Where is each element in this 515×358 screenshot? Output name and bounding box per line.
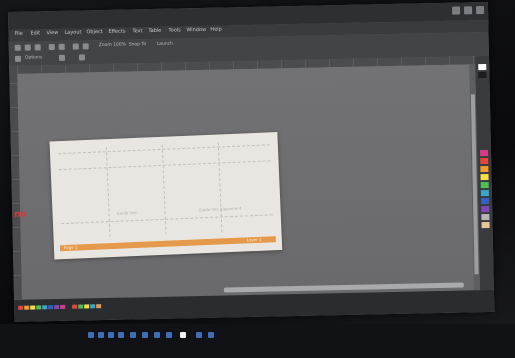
property-bar-options[interactable]: Options	[25, 55, 42, 60]
property-icon[interactable]	[14, 55, 22, 62]
page-text-right: Guide line placement	[198, 205, 242, 213]
menu-item-file[interactable]: File	[14, 31, 22, 37]
menu-item-object[interactable]: Object	[86, 29, 102, 35]
menu-item-help[interactable]: Help	[210, 27, 222, 33]
taskbar-app-icon[interactable]	[180, 332, 186, 338]
menu-item-window[interactable]: Window	[186, 27, 206, 33]
taskbar-app-icon[interactable]	[118, 332, 124, 338]
color-palette-icon[interactable]	[478, 63, 487, 71]
redo-icon[interactable]	[58, 43, 65, 50]
taskbar-app-icon[interactable]	[196, 332, 202, 338]
open-icon[interactable]	[24, 44, 31, 51]
taskbar-app-icon[interactable]	[130, 332, 136, 338]
taskbar-app-icon[interactable]	[88, 332, 94, 338]
swatch-red[interactable]	[480, 157, 489, 165]
doc-palette-swatch[interactable]	[30, 305, 36, 310]
window-close-icon[interactable]	[475, 6, 485, 15]
taskbar-app-icon[interactable]	[154, 332, 160, 338]
guideline[interactable]	[58, 160, 271, 171]
footer-text-right: Layer 1	[246, 236, 262, 243]
menu-item-text[interactable]: Text	[132, 28, 142, 34]
swatch-blue[interactable]	[481, 197, 490, 205]
taskbar	[0, 324, 515, 358]
doc-palette-swatch[interactable]	[36, 305, 42, 310]
document-footer-bar: Page 1 Layer 1	[59, 236, 276, 252]
menu-item-tools[interactable]: Tools	[168, 27, 180, 33]
taskbar-app-icon[interactable]	[108, 332, 114, 338]
units-icon[interactable]	[58, 54, 66, 61]
nudge-icon[interactable]	[78, 54, 86, 61]
guideline[interactable]	[58, 144, 270, 155]
menu-item-table[interactable]: Table	[148, 28, 161, 34]
guideline[interactable]	[217, 142, 223, 233]
guideline[interactable]	[60, 214, 273, 225]
document-page[interactable]: Guide line Guide line placement Page 1 L…	[49, 132, 283, 260]
guideline[interactable]	[105, 147, 111, 238]
doc-palette-swatch[interactable]	[96, 304, 102, 309]
swatch-cyan[interactable]	[480, 189, 489, 197]
import-icon[interactable]	[72, 43, 79, 50]
doc-palette-swatch[interactable]	[48, 305, 54, 310]
swatch-gray[interactable]	[481, 213, 490, 221]
snap-to-button[interactable]: Snap To	[129, 42, 147, 47]
swatch-magenta[interactable]	[479, 149, 489, 157]
swatch-yellow[interactable]	[480, 173, 489, 181]
swatch-tan[interactable]	[481, 221, 490, 229]
menu-item-effects[interactable]: Effects	[108, 29, 125, 35]
doc-palette-swatch[interactable]	[42, 305, 48, 310]
swatch-green[interactable]	[480, 181, 489, 189]
doc-palette-swatch[interactable]	[90, 304, 96, 309]
guideline[interactable]	[161, 144, 167, 235]
doc-palette-swatch[interactable]	[54, 304, 60, 310]
menu-item-layout[interactable]: Layout	[64, 29, 81, 35]
swatch-purple[interactable]	[481, 205, 490, 213]
doc-palette-swatch[interactable]	[78, 304, 84, 309]
doc-palette-swatch[interactable]	[24, 305, 30, 310]
new-icon[interactable]	[14, 44, 21, 51]
page-text-left: Guide line	[116, 209, 137, 216]
swatch-black[interactable]	[478, 71, 487, 79]
launch-button[interactable]: Launch	[157, 42, 173, 47]
save-icon[interactable]	[34, 44, 41, 51]
footer-text-left: Page 1	[63, 244, 78, 251]
monitor-screen: File Edit View Layout Object Effects Tex…	[8, 1, 495, 322]
doc-palette-swatch[interactable]	[60, 304, 66, 309]
doc-palette-swatch[interactable]	[18, 305, 24, 310]
swatch-orange[interactable]	[480, 165, 489, 173]
doc-palette-swatch[interactable]	[84, 304, 90, 309]
taskbar-app-icon[interactable]	[208, 332, 214, 338]
export-icon[interactable]	[82, 43, 89, 50]
taskbar-app-icon[interactable]	[142, 332, 148, 338]
menu-item-edit[interactable]: Edit	[30, 30, 40, 36]
doc-palette-swatch[interactable]	[72, 304, 78, 309]
undo-icon[interactable]	[48, 44, 55, 51]
window-maximize-icon[interactable]	[463, 6, 473, 15]
menu-item-view[interactable]: View	[46, 30, 58, 36]
zoom-level[interactable]: Zoom 100%	[99, 43, 126, 49]
taskbar-app-icon[interactable]	[166, 332, 172, 338]
window-minimize-icon[interactable]	[451, 6, 461, 15]
page-marker-text: no	[14, 209, 27, 220]
taskbar-app-icon[interactable]	[98, 332, 104, 338]
